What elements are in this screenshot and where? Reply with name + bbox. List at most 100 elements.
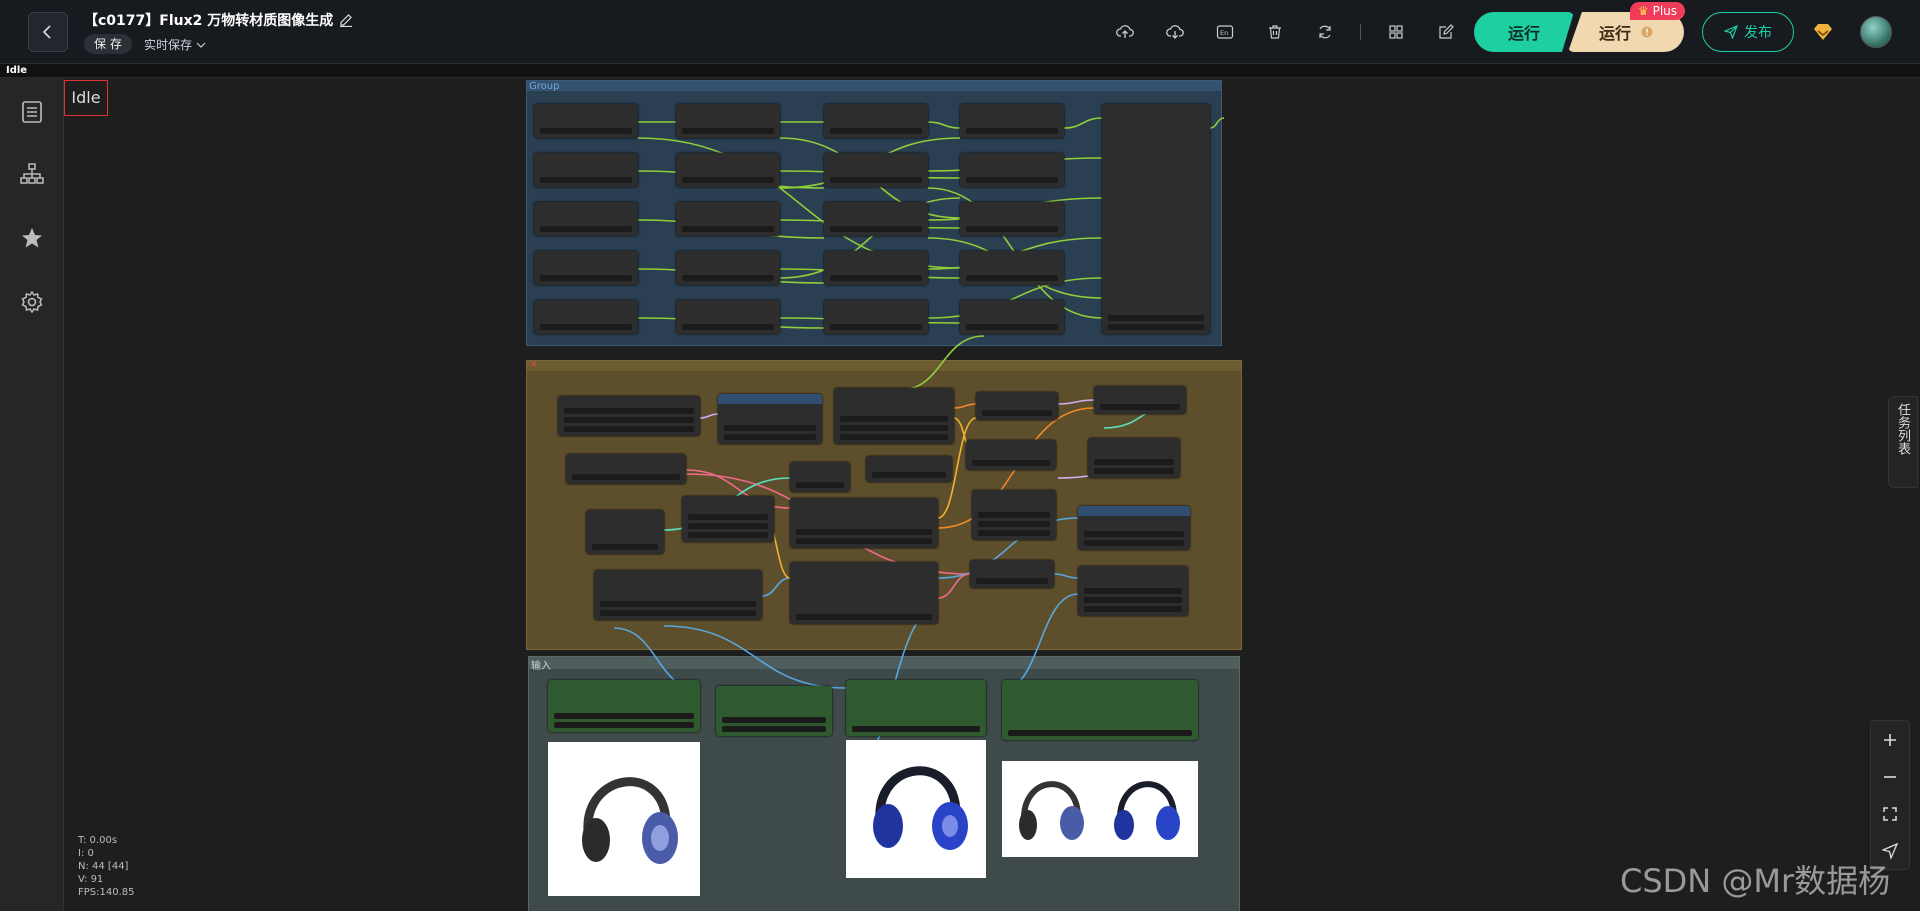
upload-icon[interactable] — [1110, 18, 1140, 46]
workflow-node[interactable] — [790, 498, 938, 548]
autosave-dropdown[interactable]: 实时保存 — [144, 36, 206, 53]
task-list-tab[interactable]: 任务列表 — [1888, 396, 1918, 488]
node-widget[interactable] — [1084, 531, 1184, 537]
workflow-node[interactable] — [866, 456, 952, 482]
node-widget[interactable] — [982, 410, 1052, 416]
workflow-node[interactable] — [586, 510, 664, 554]
group1-aggregate-node[interactable] — [1102, 104, 1210, 334]
node-widget[interactable] — [978, 521, 1050, 527]
node-widget[interactable] — [966, 275, 1058, 281]
workflow-node[interactable] — [846, 680, 986, 736]
node-widget[interactable] — [540, 275, 632, 281]
gear-icon[interactable] — [18, 288, 46, 316]
node-widget[interactable] — [682, 177, 774, 183]
node-widget[interactable] — [1084, 540, 1184, 546]
node-widget[interactable] — [572, 474, 680, 480]
workflow-node[interactable] — [834, 388, 954, 444]
workflow-node[interactable] — [960, 300, 1064, 334]
node-widget[interactable] — [564, 417, 694, 423]
node-widget[interactable] — [1108, 315, 1204, 321]
workflow-node[interactable] — [1088, 438, 1180, 478]
workflow-node[interactable] — [676, 202, 780, 236]
workflow-node[interactable] — [534, 104, 638, 138]
workflow-node[interactable] — [1078, 566, 1188, 616]
node-widget[interactable] — [682, 128, 774, 134]
workflow-node[interactable] — [682, 496, 774, 542]
node-widget[interactable] — [830, 177, 922, 183]
node-widget[interactable] — [554, 722, 694, 728]
workflow-node[interactable] — [558, 396, 700, 436]
node-widget[interactable] — [966, 226, 1058, 232]
node-widget[interactable] — [1108, 324, 1204, 330]
trash-icon[interactable] — [1260, 18, 1290, 46]
workflow-node[interactable] — [1002, 680, 1198, 740]
edit-icon[interactable] — [339, 13, 353, 27]
node-widget[interactable] — [830, 324, 922, 330]
workflow-node[interactable] — [824, 153, 928, 187]
node-widget[interactable] — [966, 324, 1058, 330]
node-widget[interactable] — [540, 177, 632, 183]
node-widget[interactable] — [600, 610, 756, 616]
node-widget[interactable] — [796, 529, 932, 535]
node-widget[interactable] — [1094, 459, 1174, 465]
node-widget[interactable] — [540, 128, 632, 134]
node-widget[interactable] — [796, 482, 844, 488]
workflow-node[interactable] — [566, 454, 686, 484]
node-widget[interactable] — [722, 717, 826, 723]
node-widget[interactable] — [540, 324, 632, 330]
document-icon[interactable] — [18, 98, 46, 126]
node-widget[interactable] — [1084, 597, 1182, 603]
node-widget[interactable] — [978, 512, 1050, 518]
workflow-node[interactable] — [1078, 506, 1190, 550]
workflow-node[interactable] — [970, 560, 1054, 588]
node-widget[interactable] — [1084, 588, 1182, 594]
publish-button[interactable]: 发布 — [1702, 12, 1794, 52]
node-widget[interactable] — [830, 226, 922, 232]
node-widget[interactable] — [564, 408, 694, 414]
node-widget[interactable] — [688, 532, 768, 538]
workflow-node[interactable] — [790, 562, 938, 624]
node-widget[interactable] — [840, 416, 948, 422]
zoom-out-icon[interactable] — [1882, 769, 1898, 785]
workflow-node[interactable] — [718, 394, 822, 444]
node-widget[interactable] — [540, 226, 632, 232]
node-widget[interactable] — [1084, 606, 1182, 612]
workflow-node[interactable] — [534, 202, 638, 236]
workflow-node[interactable] — [976, 392, 1058, 420]
node-widget[interactable] — [966, 128, 1058, 134]
star-icon[interactable] — [18, 224, 46, 252]
node-widget[interactable] — [796, 538, 932, 544]
node-widget[interactable] — [564, 426, 694, 432]
back-button[interactable] — [28, 12, 68, 52]
zoom-in-icon[interactable] — [1882, 732, 1898, 748]
node-widget[interactable] — [592, 544, 658, 550]
node-widget[interactable] — [972, 460, 1050, 466]
translate-icon[interactable]: En — [1210, 18, 1240, 46]
workflow-node[interactable] — [824, 104, 928, 138]
workflow-node[interactable] — [960, 104, 1064, 138]
node-widget[interactable] — [682, 226, 774, 232]
workflow-node[interactable] — [960, 153, 1064, 187]
run-button[interactable]: 运行 — [1474, 12, 1574, 52]
workflow-node[interactable] — [676, 251, 780, 285]
export-edit-icon[interactable] — [1431, 18, 1461, 46]
grid-icon[interactable] — [1381, 18, 1411, 46]
node-widget[interactable] — [830, 128, 922, 134]
workflow-node[interactable] — [676, 104, 780, 138]
node-widget[interactable] — [688, 523, 768, 529]
fit-view-icon[interactable] — [1882, 806, 1898, 822]
node-widget[interactable] — [872, 472, 946, 478]
refresh-icon[interactable] — [1310, 18, 1340, 46]
node-widget[interactable] — [1100, 404, 1180, 410]
workflow-node[interactable] — [824, 202, 928, 236]
node-widget[interactable] — [682, 324, 774, 330]
node-widget[interactable] — [852, 726, 980, 732]
node-widget[interactable] — [796, 614, 932, 620]
node-widget[interactable] — [688, 514, 768, 520]
workflow-node[interactable] — [960, 202, 1064, 236]
node-widget[interactable] — [1008, 730, 1192, 736]
node-widget[interactable] — [978, 530, 1050, 536]
workflow-node[interactable] — [1094, 386, 1186, 414]
download-icon[interactable] — [1160, 18, 1190, 46]
save-button[interactable]: 保 存 — [84, 34, 132, 54]
